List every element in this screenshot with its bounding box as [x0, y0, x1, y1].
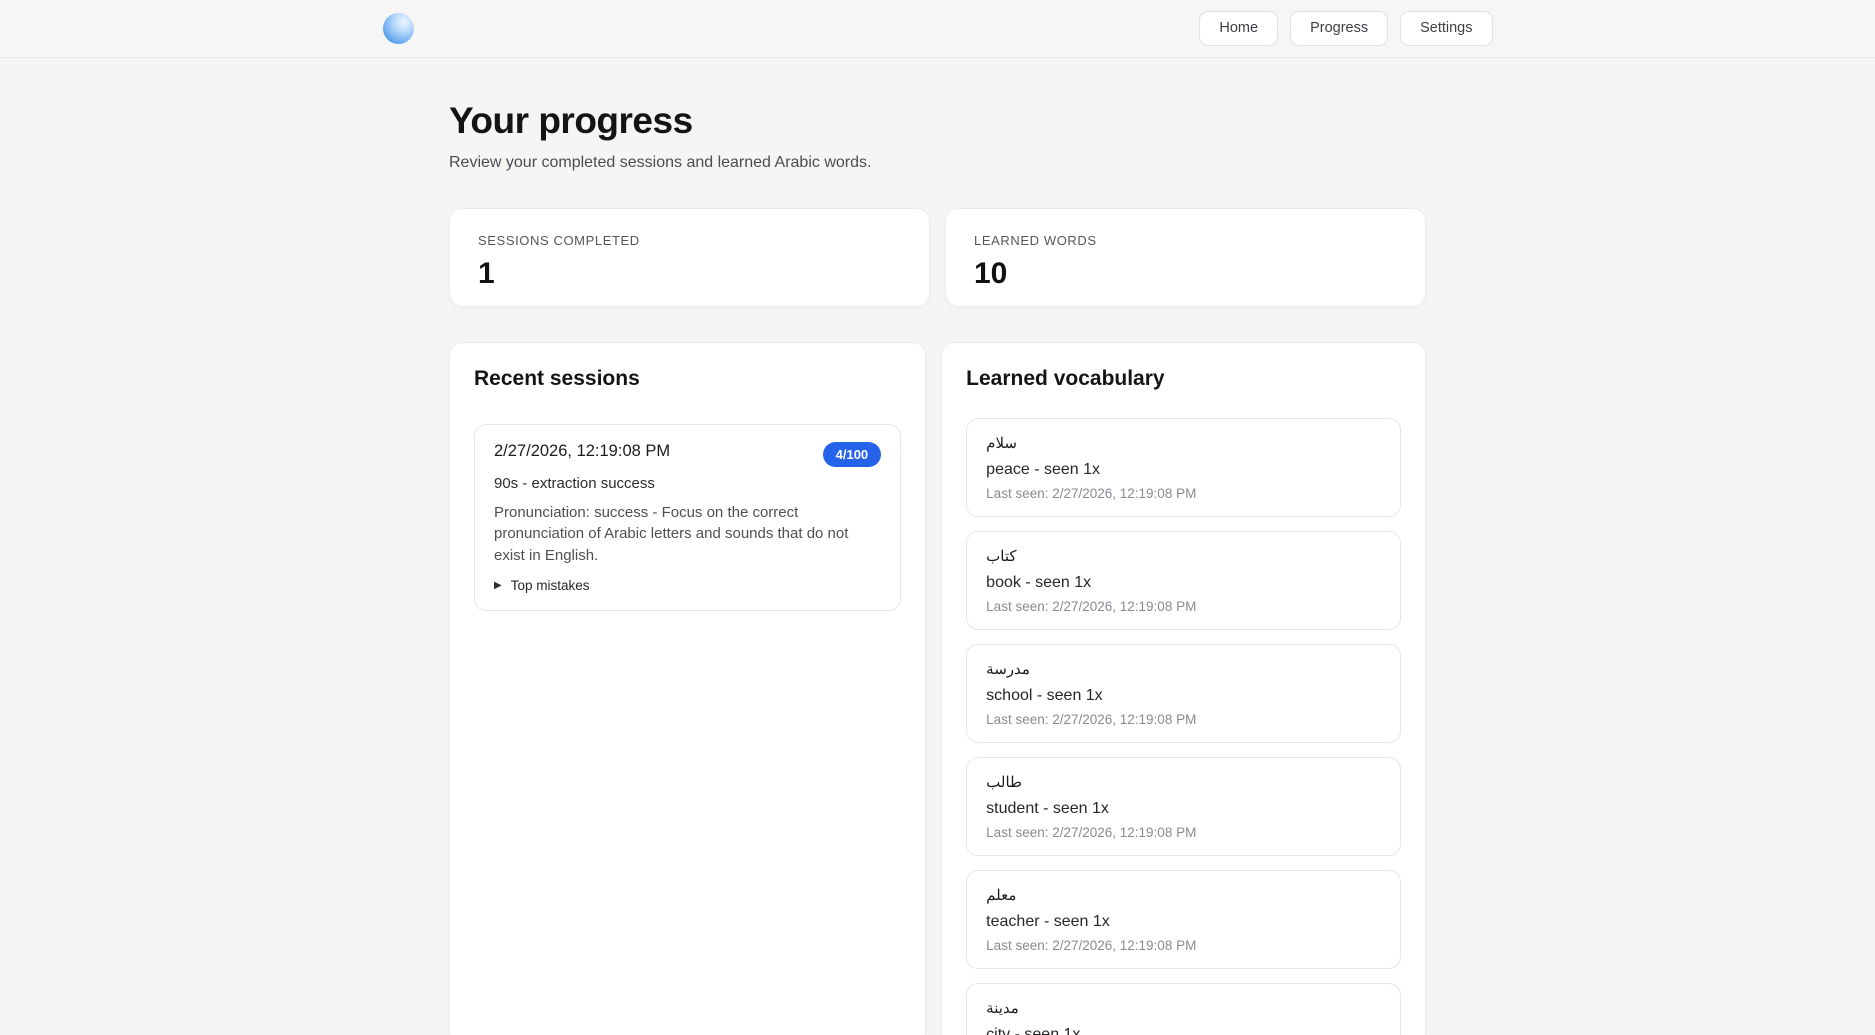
vocab-last-seen: Last seen: 2/27/2026, 12:19:08 PM	[986, 599, 1381, 614]
session-feedback: Pronunciation: success - Focus on the co…	[494, 502, 854, 566]
app-logo-icon[interactable]	[383, 13, 414, 44]
vocab-item: معلم teacher - seen 1x Last seen: 2/27/2…	[966, 870, 1401, 969]
vocab-arabic-word: معلم	[986, 886, 1381, 904]
stat-label: SESSIONS COMPLETED	[478, 233, 901, 248]
progress-page: Your progress Review your completed sess…	[449, 58, 1426, 1035]
vocab-english-line: student - seen 1x	[986, 800, 1381, 818]
page-title: Your progress	[449, 100, 1426, 142]
stat-value: 1	[478, 257, 901, 291]
vocab-last-seen: Last seen: 2/27/2026, 12:19:08 PM	[986, 712, 1381, 727]
stat-card-sessions-completed: SESSIONS COMPLETED 1	[449, 208, 930, 307]
top-mistakes-toggle[interactable]: ▶ Top mistakes	[494, 578, 881, 593]
vocab-arabic-word: مدرسة	[986, 660, 1381, 678]
session-score-badge: 4/100	[823, 442, 882, 467]
session-item: 2/27/2026, 12:19:08 PM 4/100 90s - extra…	[474, 424, 901, 611]
vocab-last-seen: Last seen: 2/27/2026, 12:19:08 PM	[986, 825, 1381, 840]
top-mistakes-details: ▶ Top mistakes	[494, 578, 881, 593]
vocab-arabic-word: طالب	[986, 773, 1381, 791]
vocab-item: كتاب book - seen 1x Last seen: 2/27/2026…	[966, 531, 1401, 630]
content-columns: Recent sessions 2/27/2026, 12:19:08 PM 4…	[449, 342, 1426, 1035]
vocab-english-line: peace - seen 1x	[986, 461, 1381, 479]
stat-label: LEARNED WORDS	[974, 233, 1397, 248]
recent-sessions-panel: Recent sessions 2/27/2026, 12:19:08 PM 4…	[449, 342, 926, 1035]
page-subtitle: Review your completed sessions and learn…	[449, 154, 1426, 172]
recent-sessions-title: Recent sessions	[474, 367, 901, 391]
stats-row: SESSIONS COMPLETED 1 LEARNED WORDS 10	[449, 208, 1426, 307]
vocab-item: مدينة city - seen 1x Last seen: 2/27/202…	[966, 983, 1401, 1035]
session-summary: 90s - extraction success	[494, 475, 881, 492]
vocab-item: سلام peace - seen 1x Last seen: 2/27/202…	[966, 418, 1401, 517]
nav-home-button[interactable]: Home	[1199, 11, 1278, 46]
learned-vocabulary-title: Learned vocabulary	[966, 367, 1401, 391]
vocab-english-line: teacher - seen 1x	[986, 913, 1381, 931]
learned-vocabulary-panel: Learned vocabulary سلام peace - seen 1x …	[941, 342, 1426, 1035]
stat-value: 10	[974, 257, 1397, 291]
vocab-item: مدرسة school - seen 1x Last seen: 2/27/2…	[966, 644, 1401, 743]
vocab-list: سلام peace - seen 1x Last seen: 2/27/202…	[966, 418, 1401, 1035]
top-mistakes-label: Top mistakes	[511, 578, 590, 593]
stat-card-learned-words: LEARNED WORDS 10	[945, 208, 1426, 307]
vocab-english-line: school - seen 1x	[986, 687, 1381, 705]
nav-settings-button[interactable]: Settings	[1400, 11, 1492, 46]
vocab-arabic-word: سلام	[986, 434, 1381, 452]
vocab-arabic-word: كتاب	[986, 547, 1381, 565]
vocab-last-seen: Last seen: 2/27/2026, 12:19:08 PM	[986, 938, 1381, 953]
session-datetime: 2/27/2026, 12:19:08 PM	[494, 442, 670, 461]
nav-progress-button[interactable]: Progress	[1290, 11, 1388, 46]
vocab-english-line: city - seen 1x	[986, 1026, 1381, 1035]
vocab-english-line: book - seen 1x	[986, 574, 1381, 592]
vocab-last-seen: Last seen: 2/27/2026, 12:19:08 PM	[986, 486, 1381, 501]
vocab-item: طالب student - seen 1x Last seen: 2/27/2…	[966, 757, 1401, 856]
top-header: Home Progress Settings	[0, 0, 1875, 58]
main-nav: Home Progress Settings	[1199, 11, 1492, 46]
vocab-arabic-word: مدينة	[986, 999, 1381, 1017]
triangle-right-icon: ▶	[494, 580, 502, 591]
